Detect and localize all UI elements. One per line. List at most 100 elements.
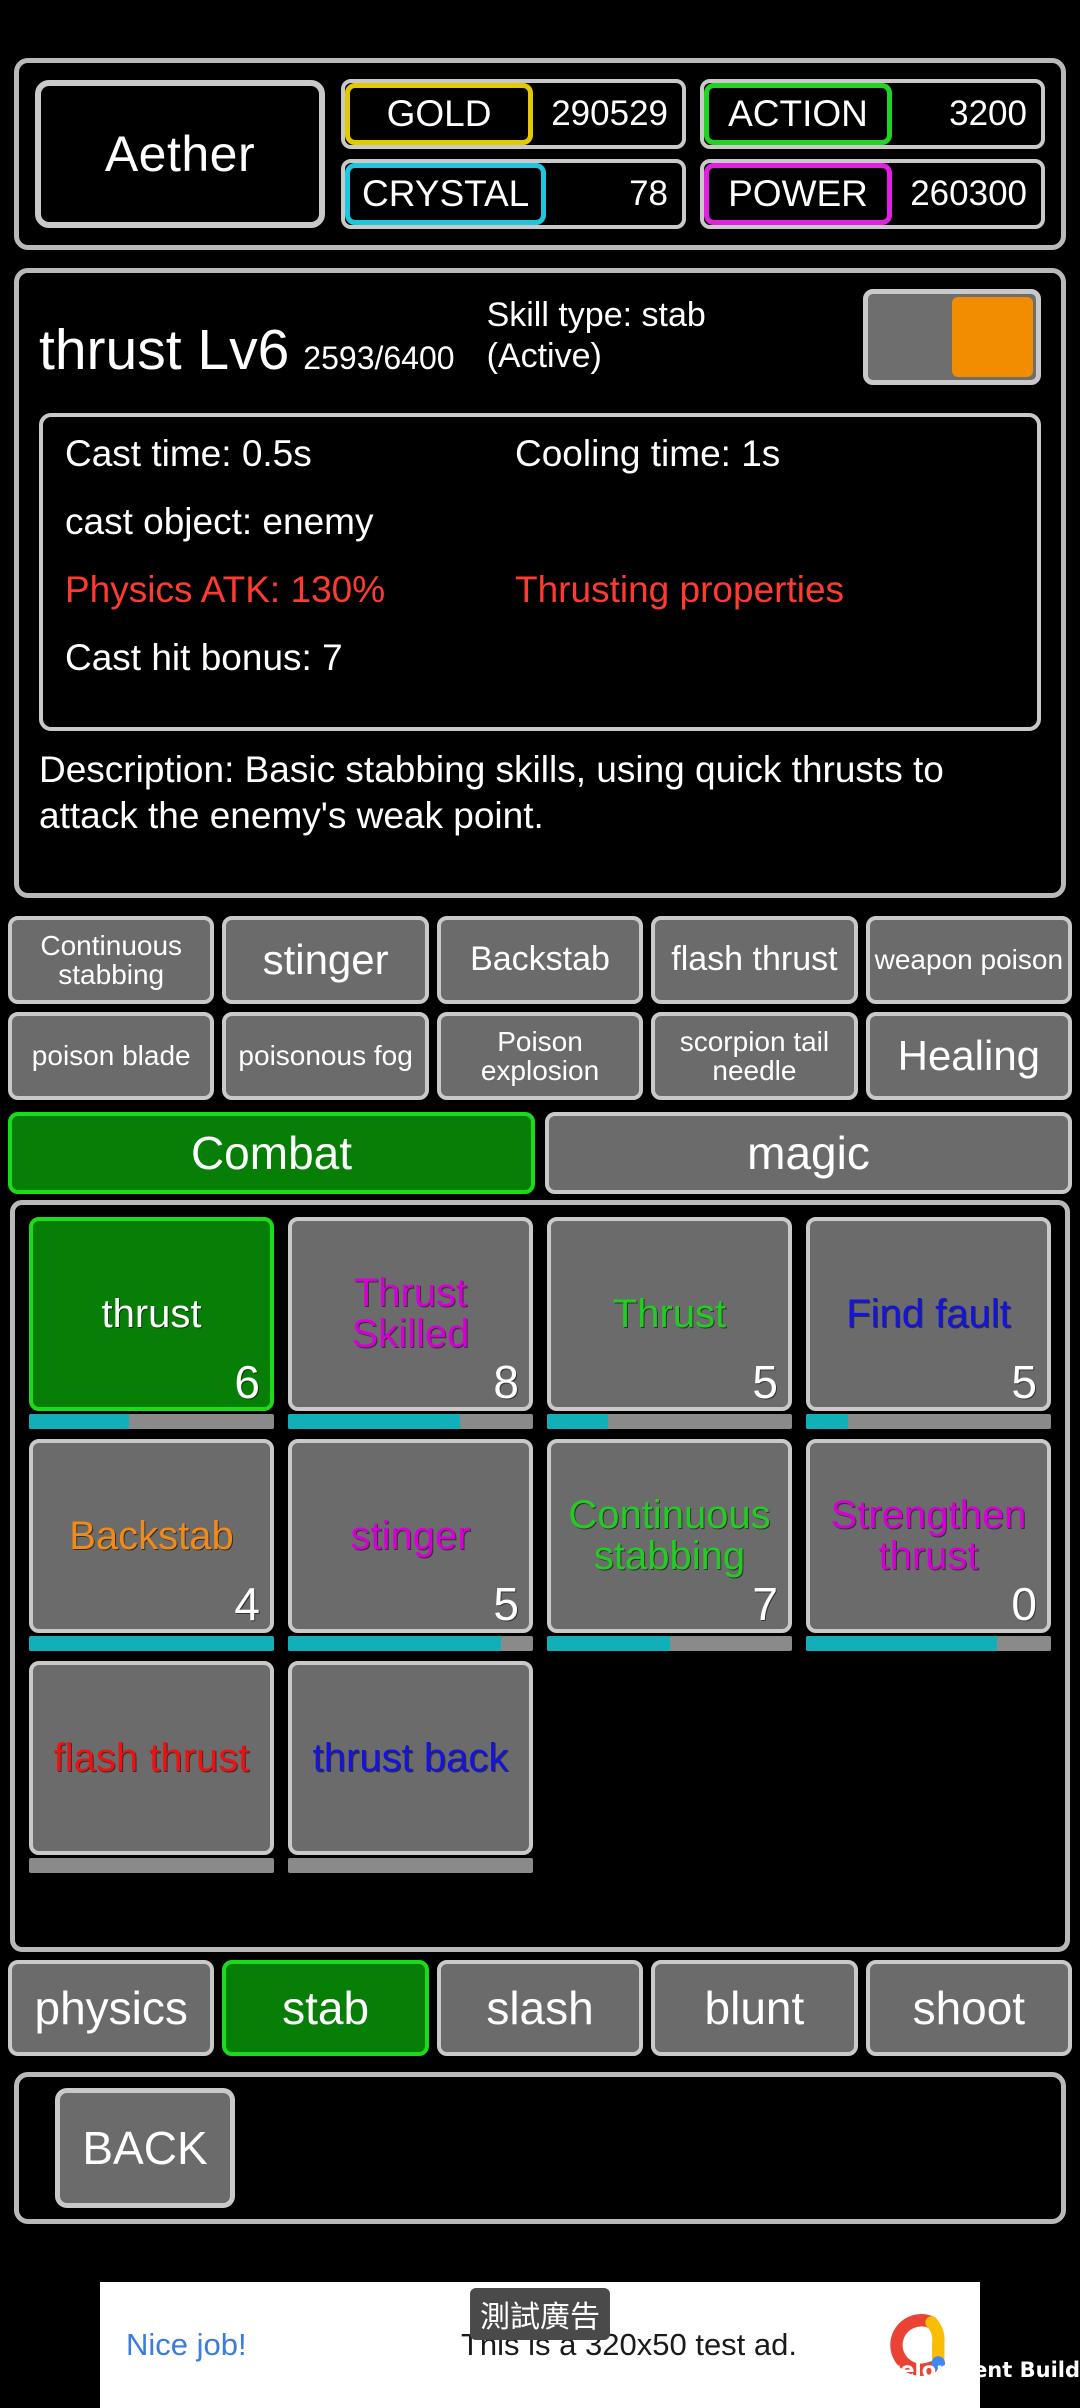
ad-banner[interactable]: Nice job! This is a 320x50 test ad. 測試廣告 bbox=[100, 2282, 980, 2408]
related-skill-chip[interactable]: weapon poison bbox=[865, 916, 1073, 1004]
stat-line-atk: Physics ATK: 130% Thrusting properties bbox=[65, 569, 1015, 611]
tab-combat[interactable]: Combat bbox=[8, 1112, 535, 1194]
stat-crystal-label: CRYSTAL bbox=[345, 163, 547, 225]
skill-card-level: 5 bbox=[1011, 1356, 1037, 1408]
stat-power-label: POWER bbox=[704, 163, 892, 225]
skill-card-progress-fill bbox=[29, 1414, 130, 1429]
skill-card[interactable]: Thrust 5 bbox=[547, 1217, 792, 1429]
skill-card-label: flash thrust bbox=[53, 1735, 250, 1780]
related-skill-chip[interactable]: Backstab bbox=[436, 916, 644, 1004]
skill-type-block: Skill type: stab (Active) bbox=[465, 289, 853, 378]
physics-atk: Physics ATK: 130% bbox=[65, 569, 386, 610]
skill-card-progress-bar bbox=[288, 1858, 533, 1873]
skill-grid-panel: thrust 6 Thrust Skilled 8 Thrust 5 Find fault 5… bbox=[10, 1200, 1070, 1952]
skill-card-label: Continuous stabbing bbox=[568, 1493, 771, 1578]
skill-card-level: 7 bbox=[752, 1578, 778, 1630]
cast-time: Cast time: 0.5s bbox=[65, 433, 312, 474]
skill-card[interactable]: Find fault 5 bbox=[806, 1217, 1051, 1429]
skill-card[interactable]: flash thrust bbox=[29, 1661, 274, 1873]
game-screen: Aether GOLD 290529 ACTION 3200 CRYSTAL 7… bbox=[0, 0, 1080, 2408]
related-skill-chip[interactable]: Continuous stabbing bbox=[8, 916, 215, 1004]
skill-card-body: flash thrust bbox=[29, 1661, 274, 1855]
skill-card-label: Thrust bbox=[612, 1291, 727, 1336]
cast-hit-bonus: Cast hit bonus: 7 bbox=[65, 637, 343, 678]
skill-card-body: Backstab 4 bbox=[29, 1439, 274, 1633]
skill-card-body: Thrust Skilled 8 bbox=[288, 1217, 533, 1411]
skill-experience: 2593/6400 bbox=[303, 340, 455, 376]
filter-shoot[interactable]: shoot bbox=[865, 1960, 1073, 2056]
thrusting-properties: Thrusting properties bbox=[515, 569, 845, 610]
related-skill-chip[interactable]: poison blade bbox=[8, 1012, 215, 1100]
skill-card-progress-fill bbox=[547, 1414, 609, 1429]
skill-card[interactable]: Strengthen thrust 0 bbox=[806, 1439, 1051, 1651]
related-skill-chip[interactable]: poisonous fog bbox=[222, 1012, 429, 1100]
skill-card[interactable]: Continuous stabbing 7 bbox=[547, 1439, 792, 1651]
cooling-time: Cooling time: 1s bbox=[515, 433, 781, 474]
skill-card[interactable]: thrust back bbox=[288, 1661, 533, 1873]
skill-card-label: thrust back bbox=[312, 1735, 509, 1780]
related-skill-chip[interactable]: Poison explosion bbox=[436, 1012, 644, 1100]
toggle-knob bbox=[952, 297, 1033, 377]
back-button[interactable]: BACK bbox=[55, 2088, 235, 2208]
skill-card-level: 5 bbox=[752, 1356, 778, 1408]
skill-card-progress-bar bbox=[547, 1414, 792, 1429]
stat-crystal: CRYSTAL 78 bbox=[341, 159, 686, 229]
stat-power: POWER 260300 bbox=[700, 159, 1045, 229]
skill-card-body: Thrust 5 bbox=[547, 1217, 792, 1411]
skill-detail-panel: thrust Lv6 2593/6400 Skill type: stab (A… bbox=[14, 268, 1066, 898]
skill-card-progress-bar bbox=[806, 1414, 1051, 1429]
stat-action-label: ACTION bbox=[704, 83, 892, 145]
skill-description: Description: Basic stabbing skills, usin… bbox=[39, 749, 944, 837]
skill-card-progress-fill bbox=[547, 1636, 670, 1651]
player-name-plate: Aether bbox=[35, 80, 325, 228]
skill-card-level: 6 bbox=[234, 1356, 260, 1408]
skill-name: thrust Lv6 bbox=[39, 318, 290, 382]
stat-gold-label: GOLD bbox=[345, 83, 533, 145]
stat-line-cast-object: cast object: enemy bbox=[65, 501, 1015, 543]
filter-blunt[interactable]: blunt bbox=[651, 1960, 858, 2056]
related-skill-chip[interactable]: Healing bbox=[865, 1012, 1073, 1100]
player-header-panel: Aether GOLD 290529 ACTION 3200 CRYSTAL 7… bbox=[14, 58, 1066, 250]
related-skill-row-2: poison blade poisonous fog Poison explosio… bbox=[8, 1012, 1073, 1100]
filter-slash[interactable]: slash bbox=[436, 1960, 644, 2056]
stat-power-value: 260300 bbox=[910, 174, 1027, 213]
cast-object: cast object: enemy bbox=[65, 501, 374, 542]
stat-line-cast-cooling: Cast time: 0.5s Cooling time: 1s bbox=[65, 433, 1015, 475]
skill-card-body: Strengthen thrust 0 bbox=[806, 1439, 1051, 1633]
skill-card-label: Strengthen thrust bbox=[830, 1493, 1027, 1578]
skill-card[interactable]: thrust 6 bbox=[29, 1217, 274, 1429]
skill-card[interactable]: Thrust Skilled 8 bbox=[288, 1217, 533, 1429]
category-tabs: Combat magic bbox=[8, 1112, 1072, 1194]
skill-card-progress-bar bbox=[288, 1636, 533, 1651]
skill-card-level: 5 bbox=[493, 1578, 519, 1630]
skill-card-progress-bar bbox=[29, 1636, 274, 1651]
filter-physics[interactable]: physics bbox=[8, 1960, 215, 2056]
skill-card-progress-bar bbox=[29, 1414, 274, 1429]
stat-line-hit-bonus: Cast hit bonus: 7 bbox=[65, 637, 1015, 679]
ad-body-text: This is a 320x50 test ad. bbox=[460, 2327, 798, 2362]
bottom-bar: BACK bbox=[14, 2072, 1066, 2224]
skill-detail-header: thrust Lv6 2593/6400 Skill type: stab (A… bbox=[39, 289, 1041, 401]
stat-crystal-value: 78 bbox=[629, 174, 668, 213]
skill-card-progress-bar bbox=[29, 1858, 274, 1873]
skill-card-progress-fill bbox=[806, 1414, 848, 1429]
skill-card-progress-fill bbox=[288, 1636, 502, 1651]
related-skill-chip[interactable]: stinger bbox=[222, 916, 429, 1004]
skill-stats-box: Cast time: 0.5s Cooling time: 1s cast ob… bbox=[39, 413, 1041, 731]
skill-card-level: 4 bbox=[234, 1578, 260, 1630]
skill-card[interactable]: Backstab 4 bbox=[29, 1439, 274, 1651]
skill-grid: thrust 6 Thrust Skilled 8 Thrust 5 Find fault 5… bbox=[15, 1205, 1065, 1885]
skill-card[interactable]: stinger 5 bbox=[288, 1439, 533, 1651]
ad-test-badge: 測試廣告 bbox=[470, 2288, 610, 2340]
stat-action: ACTION 3200 bbox=[700, 79, 1045, 149]
stat-gold-value: 290529 bbox=[551, 94, 668, 133]
related-skill-chip[interactable]: flash thrust bbox=[651, 916, 858, 1004]
filter-stab[interactable]: stab bbox=[222, 1960, 429, 2056]
related-skill-row-1: Continuous stabbing stinger Backstab flash … bbox=[8, 916, 1073, 1004]
tab-magic[interactable]: magic bbox=[545, 1112, 1072, 1194]
skill-active-toggle[interactable] bbox=[863, 289, 1041, 385]
skill-title: thrust Lv6 2593/6400 bbox=[39, 289, 455, 383]
skill-card-label: Backstab bbox=[69, 1513, 234, 1558]
skill-card-body: thrust back bbox=[288, 1661, 533, 1855]
related-skill-chip[interactable]: scorpion tail needle bbox=[651, 1012, 858, 1100]
